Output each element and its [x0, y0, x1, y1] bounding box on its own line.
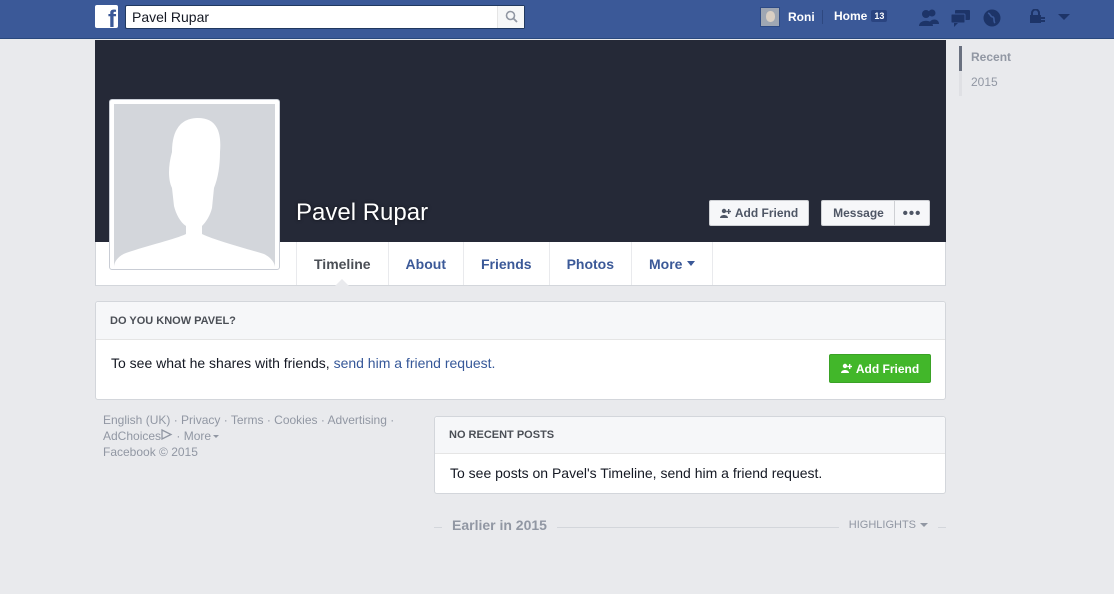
footer-adchoices-link[interactable]: AdChoices — [103, 429, 161, 443]
default-avatar-silhouette-icon — [114, 104, 275, 267]
message-button[interactable]: Message — [821, 200, 895, 226]
tab-friends[interactable]: Friends — [462, 242, 549, 285]
search-icon — [505, 10, 518, 23]
avatar — [760, 7, 780, 27]
footer-language-link[interactable]: English (UK) — [103, 413, 170, 427]
add-friend-green-button[interactable]: Add Friend — [829, 354, 931, 383]
tab-photos[interactable]: Photos — [548, 242, 631, 285]
scrubber-item-recent[interactable]: Recent — [959, 46, 1011, 71]
home-link[interactable]: Home 13 — [834, 9, 888, 23]
nav-divider — [822, 10, 823, 24]
footer-privacy-link[interactable]: Privacy — [181, 413, 220, 427]
no-recent-posts-text: To see posts on Pavel's Timeline, send h… — [450, 465, 823, 481]
home-label: Home — [834, 9, 868, 23]
chevron-down-icon — [213, 435, 220, 439]
notification-jewels — [916, 6, 1006, 30]
highlights-label: HIGHLIGHTS — [848, 519, 916, 531]
footer-terms-link[interactable]: Terms — [231, 413, 264, 427]
do-you-know-text: To see what he shares with friends, send… — [111, 355, 495, 371]
settings-area — [1028, 9, 1070, 25]
do-you-know-header: DO YOU KNOW PAVEL? — [96, 302, 945, 340]
earlier-label: Earlier in 2015 — [442, 517, 557, 533]
privacy-shortcuts-icon[interactable] — [1028, 9, 1046, 25]
more-options-button[interactable]: ••• — [894, 200, 930, 226]
top-navigation-bar: f Roni Home 13 — [0, 0, 1114, 39]
profile-tabs: Timeline About Friends Photos More — [296, 242, 714, 286]
search-box — [125, 5, 525, 29]
messages-icon[interactable] — [948, 6, 974, 30]
do-you-know-card: DO YOU KNOW PAVEL? To see what he shares… — [95, 301, 946, 400]
user-name: Roni — [788, 10, 815, 24]
home-count-badge: 13 — [871, 10, 888, 22]
add-friend-icon — [719, 208, 731, 218]
add-friend-green-label: Add Friend — [855, 361, 920, 376]
tab-more[interactable]: More — [631, 242, 714, 285]
footer-copyright: Facebook © 2015 — [103, 445, 198, 459]
notifications-globe-icon[interactable] — [980, 6, 1006, 30]
tab-label: More — [649, 255, 683, 272]
footer-links: English (UK) · Privacy · Terms · Cookies… — [103, 413, 395, 459]
facebook-logo-icon[interactable]: f — [95, 5, 118, 28]
profile-picture[interactable] — [109, 99, 280, 270]
tab-label: Timeline — [314, 255, 371, 272]
tab-label: Photos — [566, 255, 615, 272]
add-friend-icon — [840, 363, 852, 373]
friend-requests-icon[interactable] — [916, 6, 942, 30]
chevron-down-icon — [687, 261, 696, 266]
timeline-year-scrubber: Recent 2015 — [959, 46, 1011, 96]
search-button[interactable] — [497, 6, 524, 28]
tab-label: About — [405, 255, 446, 272]
scrubber-item-2015[interactable]: 2015 — [959, 71, 1011, 96]
tab-timeline[interactable]: Timeline — [296, 242, 388, 286]
message-label: Message — [833, 206, 884, 220]
send-friend-request-link[interactable]: send him a friend request. — [334, 355, 496, 371]
no-recent-posts-card: NO RECENT POSTS To see posts on Pavel's … — [434, 416, 946, 494]
earlier-section-divider: Earlier in 2015 HIGHLIGHTS — [434, 517, 946, 537]
add-friend-button[interactable]: Add Friend — [709, 200, 809, 226]
no-recent-posts-header: NO RECENT POSTS — [435, 417, 945, 454]
logo-letter: f — [108, 6, 116, 29]
footer-more-link[interactable]: More — [184, 429, 211, 443]
adchoices-icon — [161, 428, 173, 441]
more-options-icon: ••• — [902, 204, 922, 222]
account-dropdown-chevron-down-icon[interactable] — [1058, 13, 1070, 21]
search-input[interactable] — [132, 8, 492, 26]
do-you-know-text-prefix: To see what he shares with friends, — [111, 355, 334, 371]
tab-about[interactable]: About — [387, 242, 463, 285]
footer-cookies-link[interactable]: Cookies — [274, 413, 317, 427]
chevron-down-icon — [920, 523, 928, 528]
profile-link[interactable]: Roni — [760, 6, 815, 28]
profile-name: Pavel Rupar — [296, 199, 429, 226]
tab-label: Friends — [480, 255, 532, 272]
footer-advertising-link[interactable]: Advertising — [328, 413, 387, 427]
highlights-dropdown[interactable]: HIGHLIGHTS — [838, 519, 938, 531]
add-friend-label: Add Friend — [734, 206, 799, 220]
